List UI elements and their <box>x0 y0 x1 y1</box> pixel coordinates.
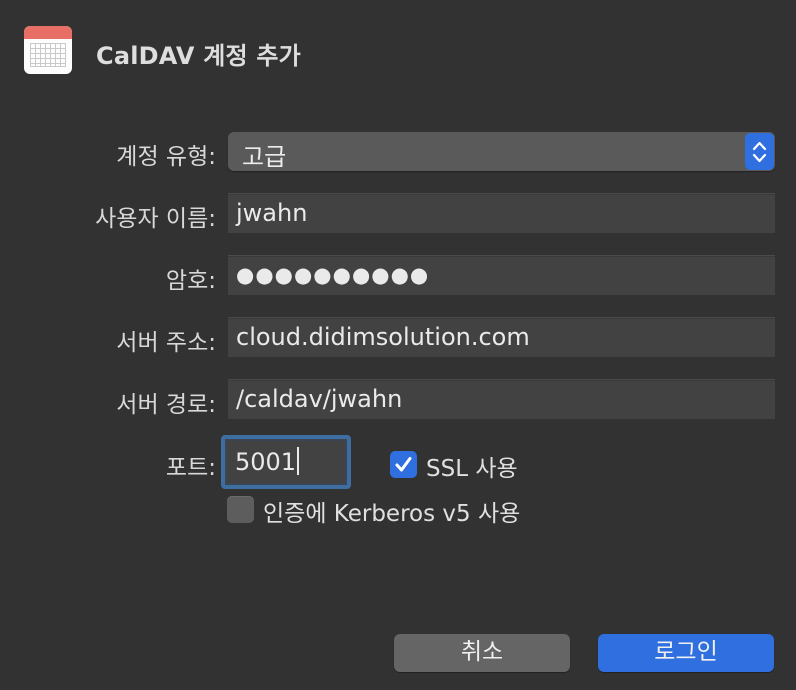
server-path-field[interactable]: /caldav/jwahn <box>228 379 775 419</box>
account-type-value: 고급 <box>242 143 287 171</box>
port-field[interactable]: 5001 <box>221 435 351 489</box>
dialog-title: CalDAV 계정 추가 <box>96 42 301 70</box>
calendar-icon <box>24 26 72 74</box>
port-value: 5001 <box>235 448 297 476</box>
server-address-label: 서버 주소: <box>116 330 216 356</box>
text-caret <box>297 447 300 475</box>
kerberos-label[interactable]: 인증에 Kerberos v5 사용 <box>263 494 520 528</box>
server-address-field[interactable]: cloud.didimsolution.com <box>228 317 775 357</box>
password-label: 암호: <box>165 268 216 294</box>
ssl-checkbox[interactable] <box>390 451 417 478</box>
username-field[interactable]: jwahn <box>228 193 775 233</box>
checkmark-icon <box>395 457 412 472</box>
password-field[interactable]: ●●●●●●●●●● <box>228 255 775 295</box>
caldav-add-account-dialog: CalDAV 계정 추가 계정 유형: 고급 사용자 이름: jwahn 암호:… <box>0 0 796 690</box>
cancel-button[interactable]: 취소 <box>394 634 570 672</box>
ssl-label[interactable]: SSL 사용 <box>426 449 518 483</box>
username-label: 사용자 이름: <box>95 206 216 232</box>
kerberos-checkbox[interactable] <box>227 496 254 523</box>
login-button[interactable]: 로그인 <box>598 634 774 672</box>
up-down-chevron-icon <box>745 133 774 170</box>
server-path-label: 서버 경로: <box>116 392 216 418</box>
account-type-popup[interactable]: 고급 <box>228 132 775 171</box>
port-label: 포트: <box>165 455 216 481</box>
account-type-label: 계정 유형: <box>116 144 216 170</box>
